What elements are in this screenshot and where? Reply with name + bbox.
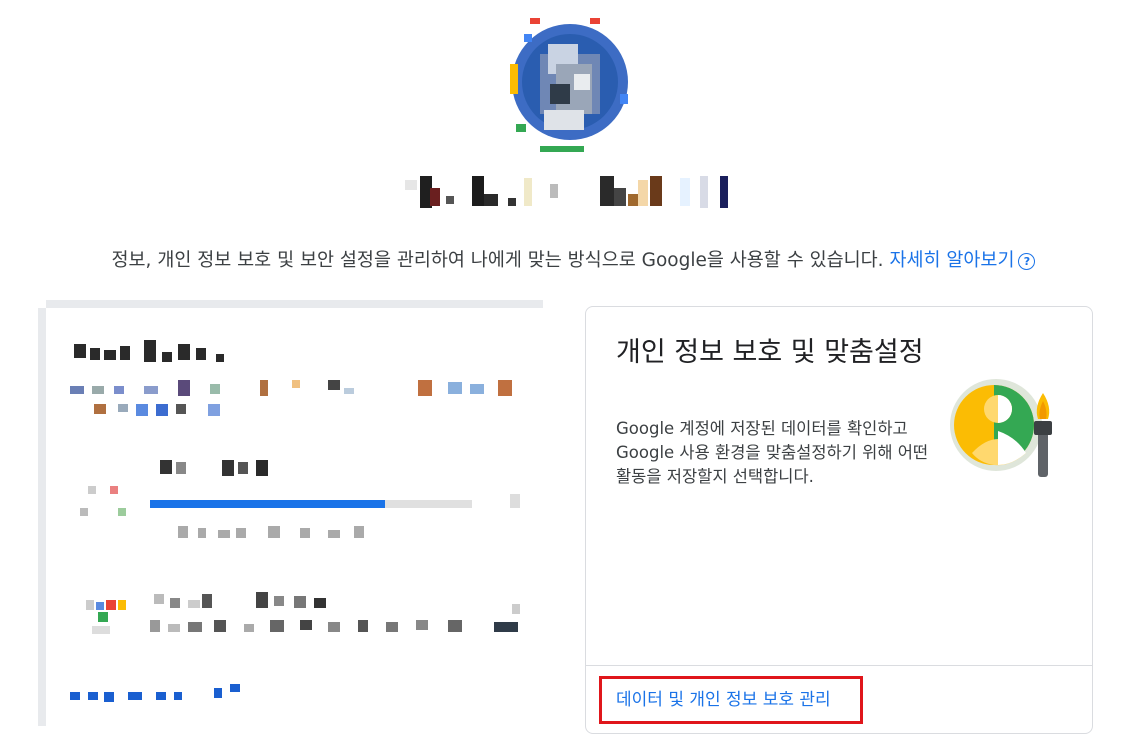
learn-more-link[interactable]: 자세히 알아보기 xyxy=(889,250,1014,271)
intro-text: 정보, 개인 정보 보호 및 보안 설정을 관리하여 나에게 맞는 방식으로 G… xyxy=(111,250,890,271)
redacted-content xyxy=(70,340,520,702)
manage-data-privacy-link[interactable]: 데이터 및 개인 정보 보호 관리 xyxy=(616,685,831,710)
account-name-redacted xyxy=(400,174,740,210)
intro-description: 정보, 개인 정보 보호 및 보안 설정을 관리하여 나에게 맞는 방식으로 G… xyxy=(0,246,1147,272)
avatar-icon xyxy=(510,18,628,152)
storage-card-redacted xyxy=(38,300,543,726)
account-avatar[interactable] xyxy=(500,14,640,154)
privacy-personalization-icon xyxy=(948,365,1068,483)
help-circle-icon[interactable]: ? xyxy=(1018,253,1036,270)
storage-progress-fill xyxy=(150,500,385,508)
privacy-personalization-card[interactable]: 개인 정보 보호 및 맞춤설정 Google 계정에 저장된 데이터를 확인하고… xyxy=(585,306,1093,734)
card-divider xyxy=(586,665,1092,666)
card-title: 개인 정보 보호 및 맞춤설정 xyxy=(616,337,924,368)
card-description: Google 계정에 저장된 데이터를 확인하고 Google 사용 환경을 맞… xyxy=(616,419,929,486)
